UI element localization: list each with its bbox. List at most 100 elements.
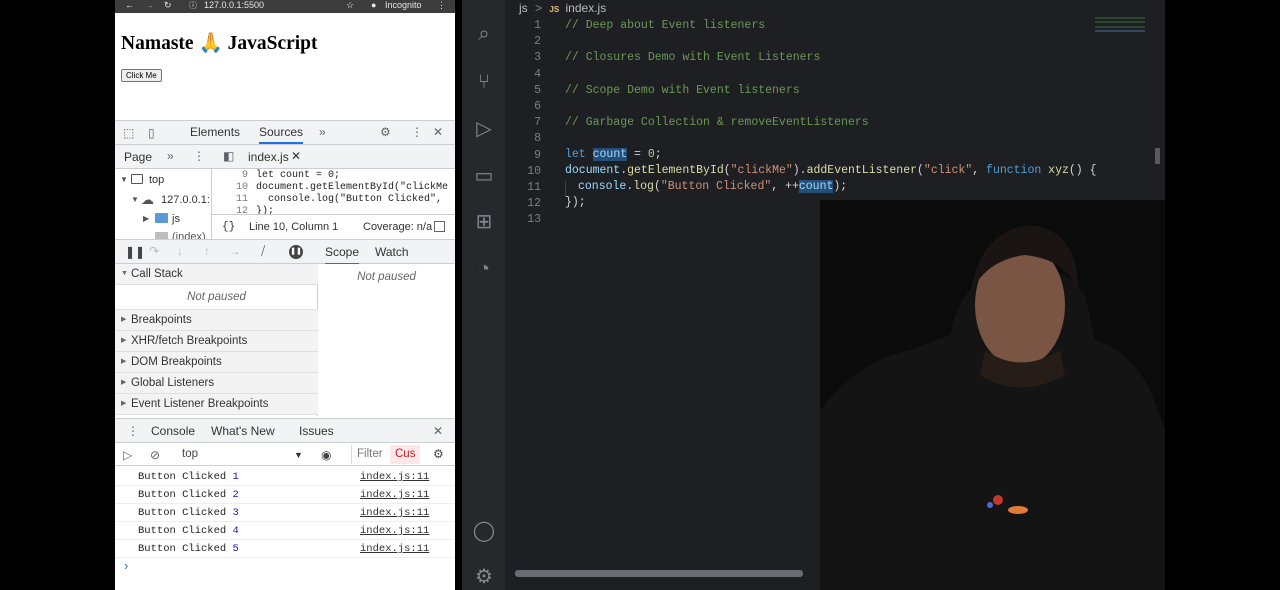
line-number[interactable]: 1 [505, 19, 541, 32]
source-link[interactable]: index.js:11 [360, 486, 429, 504]
clear-console-icon[interactable]: ⊘ [150, 448, 160, 462]
tab-watch[interactable]: Watch [375, 245, 409, 259]
token-number: 0 [647, 148, 655, 161]
search-icon[interactable]: ⌕ [472, 22, 496, 46]
file-tab-index-js[interactable]: index.js [248, 150, 289, 164]
tree-item-host[interactable]: 127.0.0.1: [161, 194, 210, 206]
console-prompt[interactable]: › [124, 558, 128, 573]
line-number[interactable]: 9 [212, 170, 248, 181]
remote-explorer-icon[interactable]: ▭ [472, 164, 496, 188]
device-toolbar-icon[interactable]: ▯ [148, 126, 155, 140]
line-number[interactable]: 10 [505, 165, 541, 178]
reload-icon[interactable]: ↻ [164, 0, 172, 11]
chevron-down-icon[interactable]: ▼ [294, 448, 303, 462]
tree-item-top[interactable]: top [149, 174, 164, 186]
account-icon[interactable]: ◯ [472, 519, 496, 543]
page-tab[interactable]: Page [124, 150, 152, 164]
info-icon[interactable]: ⓘ [189, 0, 197, 11]
line-number[interactable]: 11 [212, 194, 248, 205]
live-expression-eye-icon[interactable]: ◉ [321, 448, 331, 462]
xhr-breakpoints-section[interactable]: ▶ XHR/fetch Breakpoints [115, 331, 318, 352]
log-levels-dropdown[interactable]: Cus [390, 445, 421, 464]
line-number[interactable]: 9 [505, 149, 541, 162]
manage-gear-icon[interactable]: ⚙ [472, 565, 496, 589]
tab-elements[interactable]: Elements [190, 125, 240, 139]
event-listener-breakpoints-section[interactable]: ▶ Event Listener Breakpoints [115, 394, 318, 415]
tab-sources[interactable]: Sources [259, 125, 304, 144]
incognito-icon: ● [371, 0, 377, 10]
context-selector[interactable]: top [182, 448, 198, 460]
run-debug-icon[interactable]: ▷ [472, 117, 496, 141]
console-settings-gear-icon[interactable]: ⚙ [433, 447, 444, 461]
line-number[interactable]: 11 [505, 181, 541, 194]
collapse-icon[interactable]: ▼ [120, 175, 128, 184]
inspect-element-icon[interactable]: ⬚ [123, 126, 134, 140]
step-out-icon[interactable]: ↑ [204, 244, 210, 258]
more-nav-icon[interactable]: » [167, 149, 174, 163]
show-sidebar-icon[interactable]: ▷ [123, 448, 132, 462]
line-number[interactable]: 2 [505, 35, 541, 48]
close-devtools-icon[interactable]: ✕ [433, 125, 443, 139]
breadcrumb-folder[interactable]: js [519, 1, 528, 15]
tab-scope[interactable]: Scope [325, 245, 360, 265]
step-over-icon[interactable]: ↷ [149, 244, 159, 258]
close-drawer-icon[interactable]: ✕ [433, 424, 443, 438]
collapse-icon[interactable]: ▼ [131, 195, 139, 204]
source-link[interactable]: index.js:11 [360, 540, 429, 558]
sources-code-view[interactable]: 9 let count = 0; 10 document.getElementB… [212, 169, 455, 214]
breakpoints-section[interactable]: ▶ Breakpoints [115, 310, 318, 331]
pretty-print-icon[interactable]: {} [222, 221, 235, 233]
expand-icon[interactable]: ▶ [143, 214, 149, 223]
line-number[interactable]: 5 [505, 84, 541, 97]
source-control-icon[interactable]: ⑂ [472, 70, 496, 94]
pause-icon[interactable]: ❚❚ [125, 245, 145, 259]
line-number[interactable]: 12 [212, 206, 248, 214]
step-icon[interactable]: → [229, 244, 241, 258]
tab-console[interactable]: Console [151, 424, 196, 444]
line-number[interactable]: 3 [505, 51, 541, 64]
line-number[interactable]: 10 [212, 182, 248, 193]
drawer-menu-icon[interactable]: ⋮ [127, 424, 139, 438]
line-number[interactable]: 8 [505, 132, 541, 145]
address-bar[interactable]: ← → ↻ ⓘ 127.0.0.1:5500 ☆ ● Incognito ⋮ [115, 0, 455, 13]
line-number[interactable]: 4 [505, 68, 541, 81]
breadcrumb-file[interactable]: index.js [566, 1, 607, 15]
dom-breakpoints-section[interactable]: ▶ DOM Breakpoints [115, 352, 318, 373]
back-icon[interactable]: ← [125, 0, 134, 11]
kebab-menu-icon[interactable]: ⋮ [411, 125, 423, 139]
line-number[interactable]: 12 [505, 197, 541, 210]
close-file-icon[interactable]: ✕ [291, 149, 301, 163]
browser-menu-icon[interactable]: ⋮ [437, 0, 446, 11]
line-number[interactable]: 7 [505, 116, 541, 129]
toggle-navigator-icon[interactable]: ◧ [223, 149, 234, 163]
tree-item-js[interactable]: js [172, 213, 180, 225]
line-number[interactable]: 6 [505, 100, 541, 113]
more-tabs-icon[interactable]: » [319, 125, 326, 139]
tree-item-index[interactable]: (index) [172, 231, 206, 239]
drawer-toggle-icon[interactable] [434, 221, 445, 232]
step-into-icon[interactable]: ↓ [177, 244, 183, 258]
tab-issues[interactable]: Issues [299, 424, 334, 438]
horizontal-scrollbar[interactable] [515, 570, 803, 577]
url-text[interactable]: 127.0.0.1:5500 [204, 0, 264, 11]
source-link[interactable]: index.js:11 [360, 468, 429, 486]
nav-menu-icon[interactable]: ⋮ [193, 149, 205, 163]
vertical-scrollbar[interactable] [1155, 148, 1160, 164]
tab-whats-new[interactable]: What's New [211, 424, 275, 438]
call-stack-section[interactable]: ▼ Call Stack [115, 264, 318, 285]
pause-on-exceptions-icon[interactable]: ❚❚ [289, 245, 303, 259]
bookmark-star-icon[interactable]: ☆ [346, 0, 354, 11]
click-me-button[interactable]: Click Me [121, 69, 162, 82]
extensions-icon[interactable]: ⊞ [472, 210, 496, 234]
console-filter-input[interactable]: Filter [351, 445, 387, 464]
token-object: document [565, 164, 621, 177]
deactivate-breakpoints-icon[interactable]: ⧸ [261, 244, 265, 258]
source-link[interactable]: index.js:11 [360, 504, 429, 522]
forward-icon[interactable]: → [145, 0, 154, 11]
minimap[interactable] [1095, 17, 1145, 33]
git-graph-icon[interactable]: ◔ [472, 257, 496, 281]
source-link[interactable]: index.js:11 [360, 522, 429, 540]
global-listeners-section[interactable]: ▶ Global Listeners [115, 373, 318, 394]
line-number[interactable]: 13 [505, 213, 541, 226]
settings-gear-icon[interactable]: ⚙ [380, 125, 391, 139]
